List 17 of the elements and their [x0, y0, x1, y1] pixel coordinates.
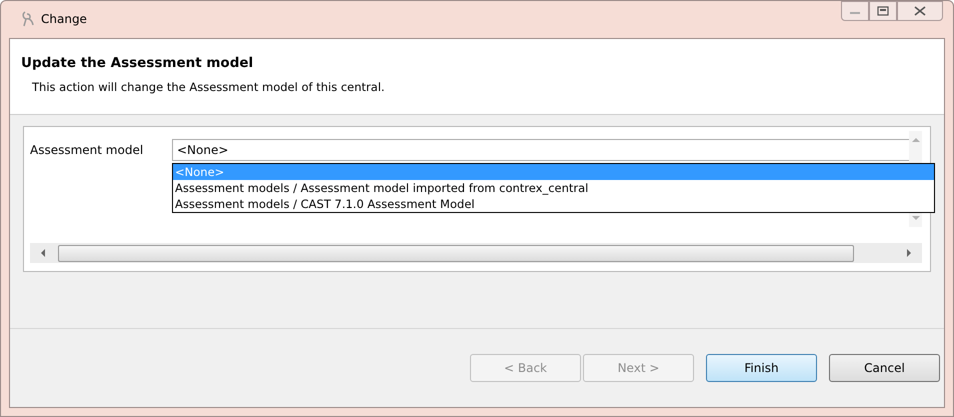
horizontal-scrollbar[interactable]	[30, 243, 922, 263]
wizard-button[interactable]: Cancel	[829, 354, 940, 382]
page-title: Update the Assessment model	[21, 55, 254, 71]
model-combo[interactable]: <None>	[172, 139, 909, 161]
scroll-right-icon[interactable]	[906, 249, 912, 257]
app-icon	[21, 11, 35, 27]
window-title: Change	[41, 12, 87, 26]
maximize-button[interactable]	[869, 1, 897, 21]
dropdown-option[interactable]: Assessment models / Assessment model imported from contrex_central	[173, 180, 934, 196]
scroll-left-icon[interactable]	[40, 249, 46, 257]
field-label: Assessment model	[30, 142, 144, 157]
wizard-button[interactable]: Finish	[706, 354, 817, 382]
dropdown-option[interactable]: Assessment models / CAST 7.1.0 Assessment Model	[173, 196, 934, 212]
maximize-icon	[877, 6, 889, 16]
close-button[interactable]	[897, 1, 943, 21]
close-icon	[914, 6, 926, 16]
page-description: This action will change the Assessment model of this central.	[31, 80, 386, 94]
